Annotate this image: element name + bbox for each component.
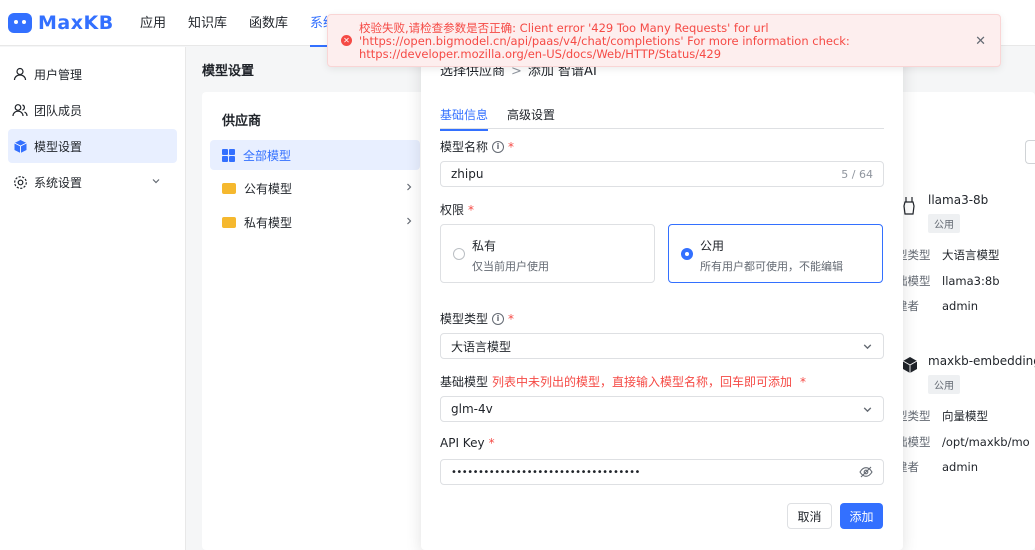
sidebar-item-label: 团队成员 — [34, 103, 83, 118]
model-type-row: 型类型 向量模型 — [896, 409, 988, 423]
top-nav: 应用 知识库 函数库 系统 — [140, 0, 358, 47]
model-type-value: 大语言模型 — [451, 339, 512, 354]
api-key-label: API Key * — [440, 436, 495, 450]
base-model-label: 基础模型 列表中未列出的模型，直接输入模型名称，回车即可添加 * — [440, 374, 807, 390]
llama-avatar-icon — [902, 195, 916, 215]
base-model-row: 础模型 llama3:8b — [896, 274, 1000, 288]
model-name-value: zhipu — [451, 167, 484, 181]
base-model-select[interactable]: glm-4v — [440, 396, 884, 422]
tab-basic-info[interactable]: 基础信息 — [440, 106, 489, 131]
tab-functions[interactable]: 函数库 — [249, 0, 288, 47]
cube-icon — [12, 138, 28, 154]
sidebar-item-label: 系统设置 — [34, 175, 83, 190]
model-card[interactable]: llama3-8b 公用 型类型 大语言模型 础模型 llama3:8b 建者 adm… — [896, 193, 1035, 323]
tab-apps[interactable]: 应用 — [140, 0, 166, 47]
sidebar-item-label: 用户管理 — [34, 67, 83, 82]
model-type-label: 模型类型 i * — [440, 311, 515, 327]
error-icon: ✕ — [341, 35, 352, 46]
model-type-row: 型类型 大语言模型 — [896, 248, 1000, 262]
chevron-down-icon — [862, 404, 873, 418]
gear-icon — [12, 174, 28, 190]
radio-title: 私有 — [472, 239, 497, 253]
radio-icon — [453, 248, 465, 260]
creator-row: 建者 admin — [896, 460, 979, 474]
base-model-hint: 列表中未列出的模型，直接输入模型名称，回车即可添加 — [492, 375, 793, 389]
info-icon[interactable]: i — [492, 312, 505, 325]
status-badge: 公用 — [928, 214, 960, 233]
tab-knowledge[interactable]: 知识库 — [188, 0, 227, 47]
add-button[interactable]: 添加 — [840, 503, 883, 529]
chevron-right-icon — [404, 215, 414, 229]
sidebar-item-models[interactable]: 模型设置 — [8, 129, 177, 163]
api-key-value: ••••••••••••••••••••••••••••••••••••••••… — [451, 466, 641, 478]
chevron-down-icon — [862, 341, 873, 355]
add-model-dialog: 选择供应商 > 添加 智谱AI 基础信息 高级设置 模型名称 i * zhipu 5 /… — [421, 40, 903, 550]
provider-label: 全部模型 — [243, 148, 292, 163]
folder-icon — [222, 216, 236, 228]
chevron-down-icon — [151, 175, 161, 189]
page-title: 模型设置 — [202, 64, 255, 79]
provider-item-private[interactable]: 私有模型 — [210, 207, 420, 237]
team-icon — [12, 102, 28, 118]
model-name: maxkb-embedding — [928, 354, 1035, 368]
base-model-value: glm-4v — [451, 402, 493, 416]
creator-row: 建者 admin — [896, 299, 979, 313]
user-icon — [12, 66, 28, 82]
model-card[interactable]: maxkb-embedding 公用 型类型 向量模型 础模型/opt/maxkb… — [896, 354, 1035, 484]
error-message: 校验失败,请检查参数是否正确: Client error '429 Too Ma… — [359, 21, 850, 61]
cube-icon — [902, 356, 918, 376]
model-type-select[interactable]: 大语言模型 — [440, 333, 884, 359]
maxkb-logo-icon — [8, 12, 32, 33]
sidebar-item-team[interactable]: 团队成员 — [8, 93, 177, 127]
grid-icon — [222, 148, 235, 162]
model-name-label: 模型名称 i * — [440, 139, 515, 155]
permission-public-radio[interactable]: 公用 所有用户都可使用，不能编辑 — [668, 224, 883, 283]
radio-desc: 仅当前用户使用 — [472, 260, 549, 273]
sidebar-item-label: 模型设置 — [34, 139, 83, 154]
sidebar: 用户管理 团队成员 模型设置 系统设置 — [0, 47, 186, 550]
radio-checked-icon — [681, 248, 693, 260]
api-key-input[interactable]: ••••••••••••••••••••••••••••••••••••••••… — [440, 459, 884, 485]
permission-label: 权限 * — [440, 202, 475, 218]
status-badge: 公用 — [928, 375, 960, 394]
provider-label: 公有模型 — [244, 181, 293, 196]
sidebar-item-users[interactable]: 用户管理 — [8, 57, 177, 91]
char-count: 5 / 64 — [841, 167, 873, 181]
permission-private-radio[interactable]: 私有 仅当前用户使用 — [440, 224, 655, 283]
sidebar-item-settings[interactable]: 系统设置 — [8, 165, 177, 199]
folder-icon — [222, 182, 236, 194]
model-name-input[interactable]: zhipu 5 / 64 — [440, 161, 884, 187]
close-icon[interactable]: ✕ — [975, 34, 986, 49]
model-name: llama3-8b — [928, 193, 989, 207]
logo[interactable]: MaxKB — [0, 12, 130, 34]
provider-label: 私有模型 — [244, 215, 293, 230]
tab-advanced-settings[interactable]: 高级设置 — [507, 106, 555, 129]
dialog-tabs: 基础信息 高级设置 — [440, 104, 884, 131]
radio-desc: 所有用户都可使用，不能编辑 — [700, 260, 843, 273]
info-icon[interactable]: i — [492, 140, 505, 153]
cancel-button[interactable]: 取消 — [787, 503, 832, 529]
provider-title: 供应商 — [222, 114, 262, 129]
provider-item-public[interactable]: 公有模型 — [210, 173, 420, 203]
provider-item-all[interactable]: 全部模型 — [210, 140, 420, 170]
chevron-right-icon — [404, 181, 414, 195]
search-input[interactable] — [1025, 140, 1035, 164]
base-model-row: 础模型/opt/maxkb/mo — [896, 435, 1030, 449]
eye-off-icon[interactable] — [859, 466, 873, 481]
radio-title: 公用 — [700, 239, 725, 253]
logo-text: MaxKB — [38, 11, 114, 34]
error-toast: ✕ 校验失败,请检查参数是否正确: Client error '429 Too … — [327, 14, 1001, 67]
